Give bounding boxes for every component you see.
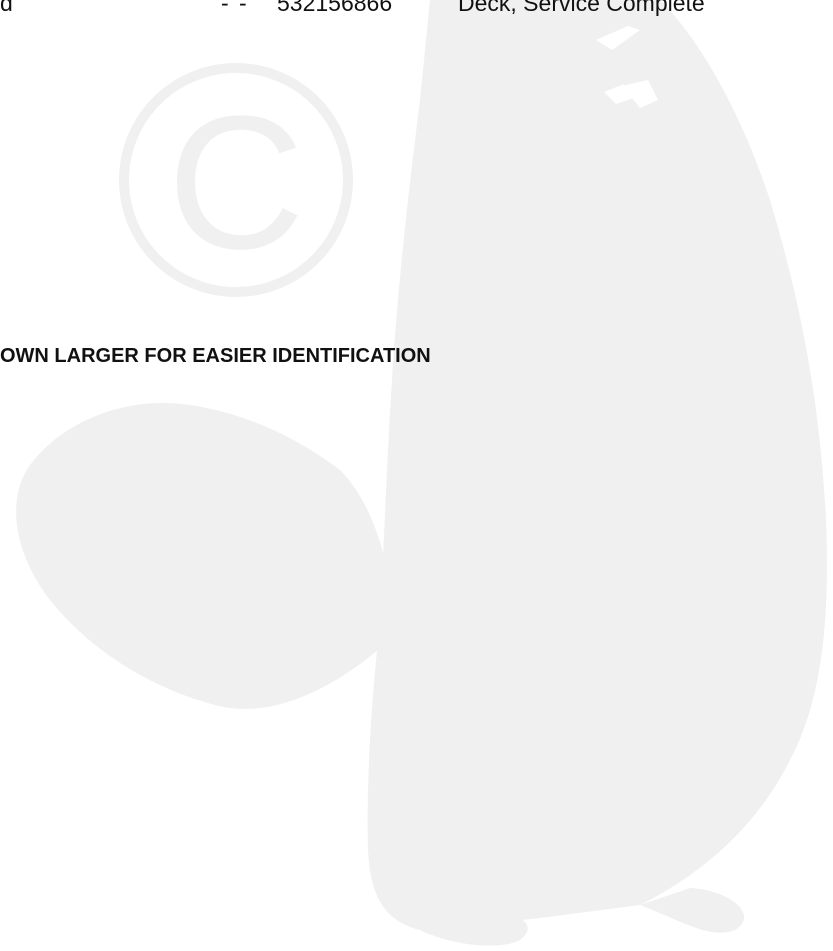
table-cell-dashes: - - — [221, 0, 249, 16]
beaver-body-shape — [367, 0, 827, 930]
part-number-cell: 532156866 — [277, 0, 393, 16]
document-page: { "table_row_partial": { "col1_fragment"… — [0, 0, 833, 951]
beaver-copyright-watermark: C — [16, 0, 827, 946]
table-cell-fragment: d — [0, 0, 13, 16]
description-cell: Deck, Service Complete — [458, 0, 705, 16]
beaver-tail-shape — [16, 403, 385, 709]
copyright-letter-c: C — [167, 77, 304, 289]
section-heading: OWN LARGER FOR EASIER IDENTIFICATION — [0, 345, 431, 367]
